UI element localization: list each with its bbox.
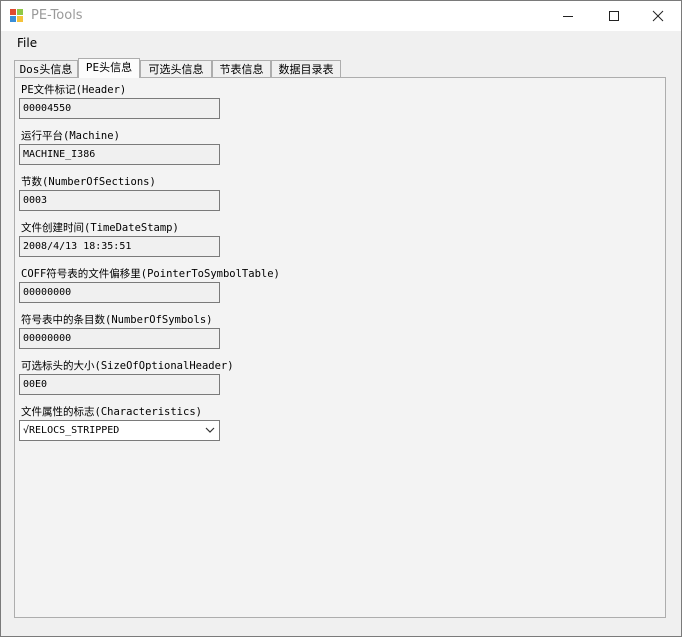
- field-label-number-of-symbols: 符号表中的条目数(NumberOfSymbols): [21, 314, 213, 326]
- maximize-button[interactable]: [591, 1, 637, 31]
- machine-field[interactable]: MACHINE_I386: [19, 144, 220, 165]
- number-of-symbols-field[interactable]: 00000000: [19, 328, 220, 349]
- close-button[interactable]: [635, 1, 681, 31]
- field-label-characteristics: 文件属性的标志(Characteristics): [21, 406, 202, 418]
- number-of-sections-field[interactable]: 0003: [19, 190, 220, 211]
- maximize-icon: [609, 11, 619, 21]
- field-label-symbol-table-pointer: COFF符号表的文件偏移里(PointerToSymbolTable): [21, 268, 280, 280]
- chevron-down-icon[interactable]: [205, 427, 215, 434]
- minimize-icon: [563, 16, 573, 17]
- tab-optional-header[interactable]: 可选头信息: [140, 60, 212, 77]
- close-icon: [652, 10, 664, 22]
- signature-field[interactable]: 00004550: [19, 98, 220, 119]
- optional-header-size-field[interactable]: 00E0: [19, 374, 220, 395]
- tab-data-directory[interactable]: 数据目录表: [271, 60, 341, 77]
- tab-dos-header[interactable]: Dos头信息: [14, 60, 78, 77]
- field-label-timestamp: 文件创建时间(TimeDateStamp): [21, 222, 179, 234]
- window-title: PE-Tools: [31, 8, 83, 23]
- minimize-button[interactable]: [545, 1, 591, 31]
- field-label-number-of-sections: 节数(NumberOfSections): [21, 176, 156, 188]
- symbol-table-pointer-field[interactable]: 00000000: [19, 282, 220, 303]
- timestamp-field[interactable]: 2008/4/13 18:35:51: [19, 236, 220, 257]
- tab-pe-header[interactable]: PE头信息: [78, 58, 140, 78]
- menu-bar: File: [1, 32, 681, 56]
- menu-file[interactable]: File: [9, 35, 45, 52]
- field-label-optional-header-size: 可选标头的大小(SizeOfOptionalHeader): [21, 360, 234, 372]
- app-windows-icon: [10, 9, 23, 22]
- title-bar[interactable]: PE-Tools: [1, 1, 681, 31]
- tab-section-table[interactable]: 节表信息: [212, 60, 271, 77]
- characteristics-selected-value: √RELOCS_STRIPPED: [23, 425, 120, 436]
- characteristics-select[interactable]: √RELOCS_STRIPPED: [19, 420, 220, 441]
- app-window: PE-Tools File Dos头信息 PE头信息 可选头信息 节表信息 数据…: [0, 0, 682, 637]
- field-label-signature: PE文件标记(Header): [21, 84, 127, 96]
- field-label-machine: 运行平台(Machine): [21, 130, 120, 142]
